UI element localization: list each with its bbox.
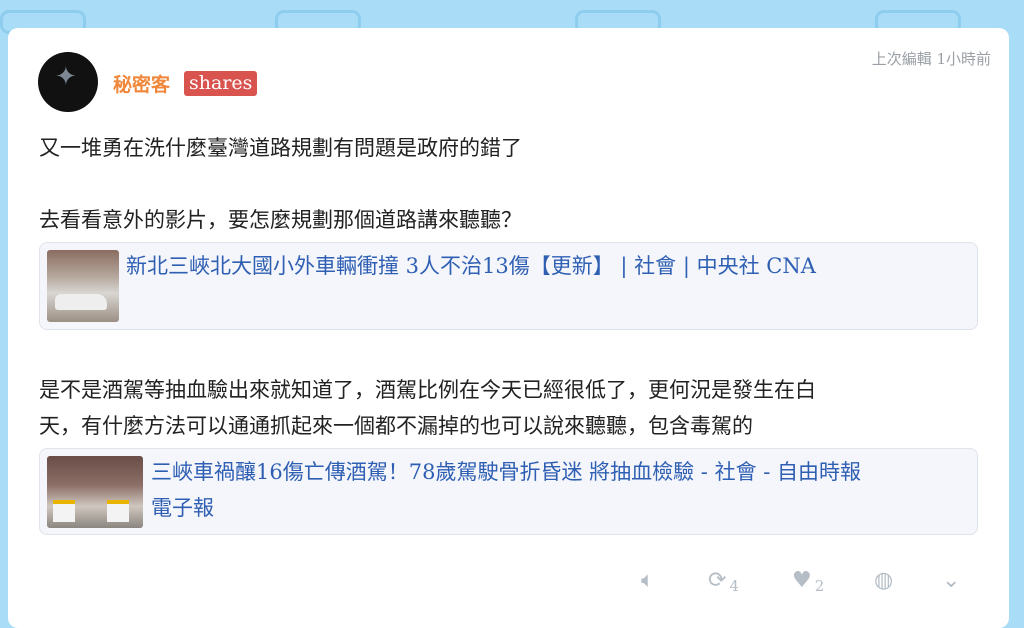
link-title-1[interactable]: 新北三峽北大國小外車輛衝撞 3人不治13傷【更新】 | 社會 | 中央社 CNA [126, 248, 816, 284]
post-text-line-2: 去看看意外的影片，要怎麼規劃那個道路講來聽聽？ [39, 208, 522, 232]
repost-button[interactable]: ⟳ 4 [708, 568, 739, 595]
link-thumbnail-1 [47, 250, 119, 322]
author-name[interactable]: 秘密客 [113, 70, 170, 97]
history-icon[interactable]: ◍ [874, 568, 893, 593]
repost-icon: ⟳ [708, 568, 727, 593]
heart-icon: ♥ [792, 568, 812, 593]
chevron-down-icon[interactable]: ⌄ [942, 568, 960, 593]
link-title-2-line-2: 電子報 [151, 496, 214, 520]
repost-count: 4 [729, 577, 739, 595]
link-thumbnail-2 [47, 456, 143, 528]
post-text-line-4: 天，有什麼方法可以通通抓起來一個都不漏掉的也可以說來聽聽，包含毒駕的 [39, 414, 753, 438]
post-text-line-3: 是不是酒駕等抽血驗出來就知道了，酒駕比例在今天已經很低了，更何況是發生在白 [39, 378, 816, 402]
like-button[interactable]: ♥ 2 [792, 568, 824, 595]
edited-timestamp[interactable]: 上次編輯 1小時前 [872, 48, 991, 69]
shares-badge: shares [184, 71, 258, 96]
link-preview-1[interactable]: 新北三峽北大國小外車輛衝撞 3人不治13傷【更新】 | 社會 | 中央社 CNA [39, 242, 978, 330]
post-card: ✦ 秘密客 shares 上次編輯 1小時前 又一堆勇在洗什麼臺灣道路規劃有問題… [8, 28, 1009, 628]
action-bar: 🔈︎ ⟳ 4 ♥ 2 ◍ ⌄ [8, 568, 1009, 598]
link-preview-2[interactable]: 三峽車禍釀16傷亡傳酒駕！78歲駕駛骨折昏迷 將抽血檢驗 - 社會 - 自由時報… [39, 448, 978, 535]
avatar[interactable]: ✦ [38, 52, 98, 112]
speaker-icon[interactable]: 🔈︎ [641, 568, 654, 593]
link-title-2[interactable]: 三峽車禍釀16傷亡傳酒駕！78歲駕駛骨折昏迷 將抽血檢驗 - 社會 - 自由時報… [151, 454, 861, 526]
like-count: 2 [814, 577, 825, 595]
post-text-line-1: 又一堆勇在洗什麼臺灣道路規劃有問題是政府的錯了 [39, 136, 522, 160]
link-title-2-line-1: 三峽車禍釀16傷亡傳酒駕！78歲駕駛骨折昏迷 將抽血檢驗 - 社會 - 自由時報 [151, 460, 862, 484]
